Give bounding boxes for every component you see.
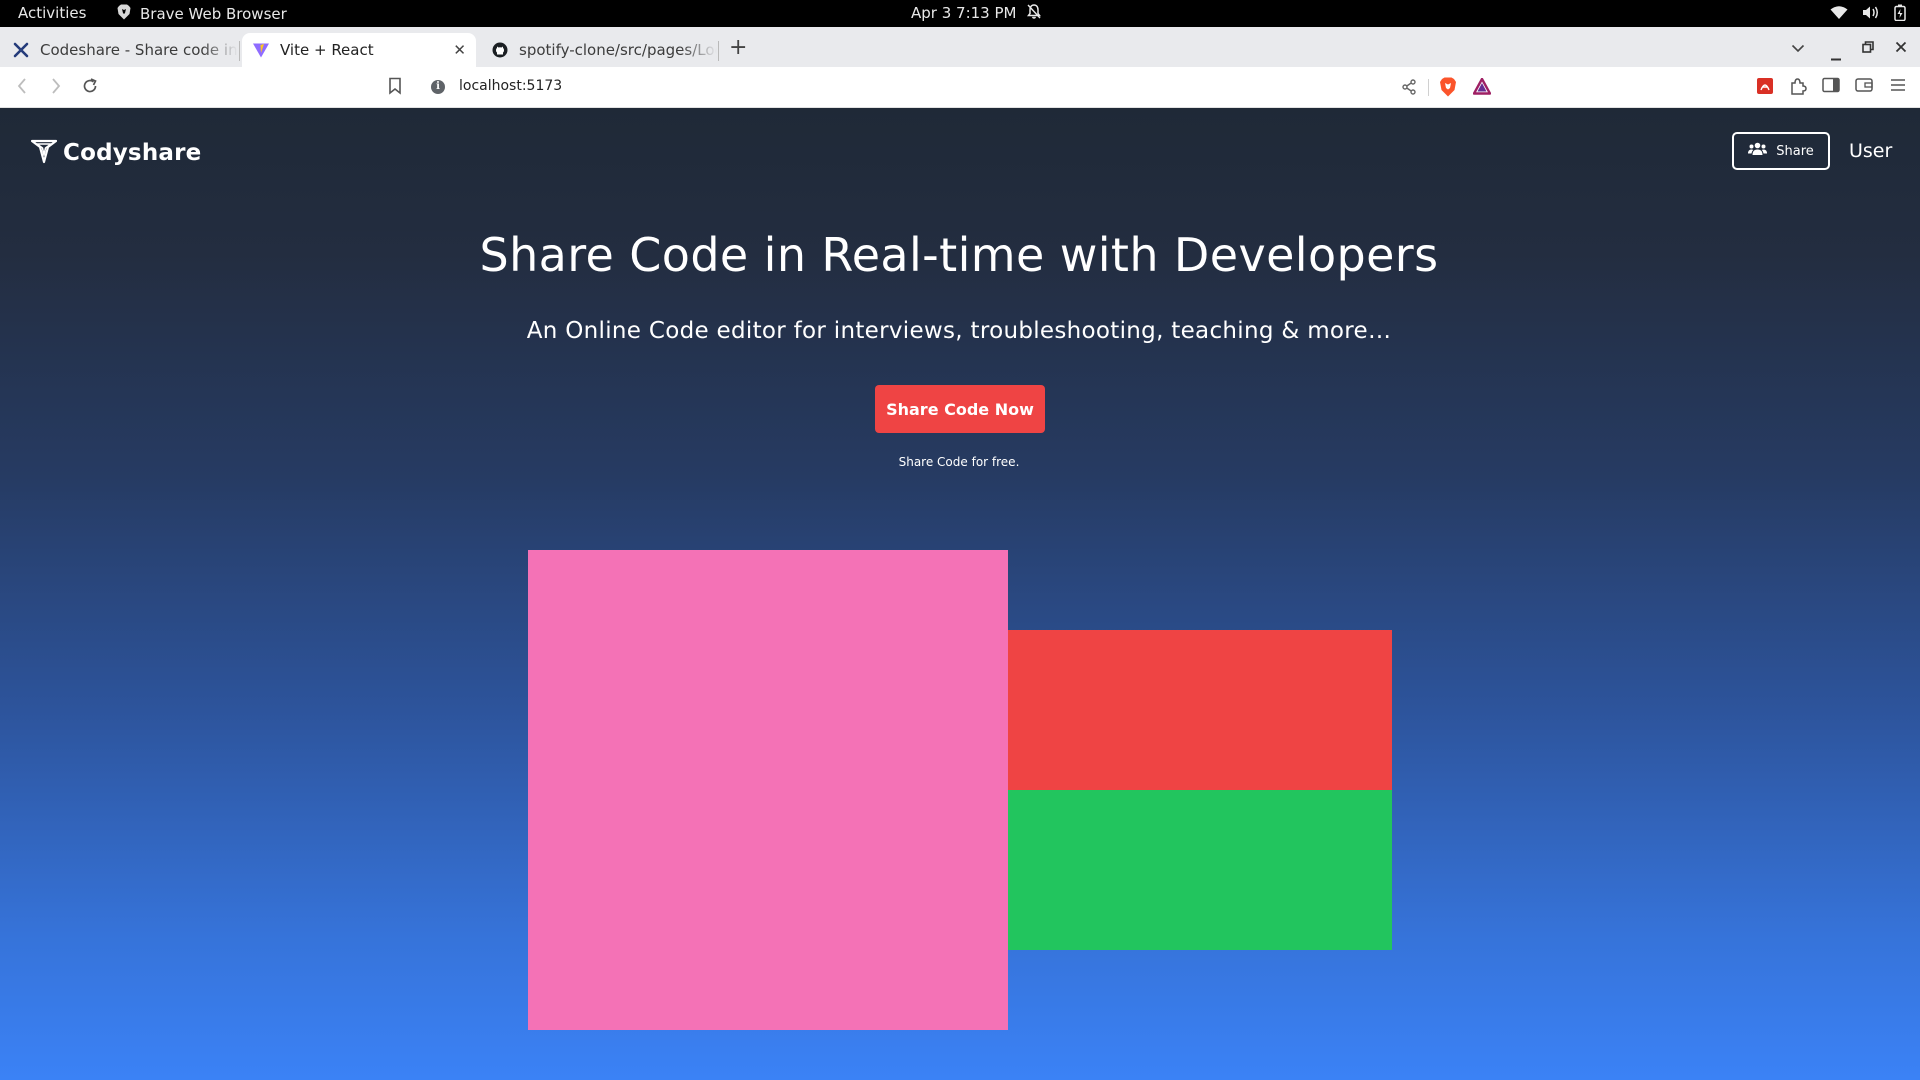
share-page-icon[interactable] — [1401, 79, 1417, 99]
menu-hamburger-icon[interactable] — [1890, 77, 1906, 96]
tab-separator — [718, 41, 719, 61]
brave-lion-icon — [117, 4, 131, 24]
app-menu-label: Brave Web Browser — [140, 5, 287, 23]
brand-name: Codyshare — [63, 140, 202, 166]
pink-decorative-block — [528, 550, 1008, 1030]
red-decorative-block — [1008, 630, 1392, 790]
restore-icon[interactable] — [1862, 39, 1874, 57]
app-menu[interactable]: Brave Web Browser — [117, 4, 287, 24]
codyshare-logo-icon — [30, 138, 58, 168]
users-icon — [1748, 142, 1768, 160]
url-text[interactable]: localhost:5173 — [459, 78, 562, 94]
page-content: Codyshare Share User Share Code in Real-… — [0, 108, 1920, 1080]
new-tab-button[interactable]: + — [729, 37, 747, 59]
tab-codeshare[interactable]: Codeshare - Share code in re — [2, 33, 238, 67]
browser-toolbar: i localhost:5173 — [0, 67, 1920, 108]
system-tray[interactable] — [1830, 4, 1906, 21]
share-button[interactable]: Share — [1732, 132, 1830, 170]
tab-github[interactable]: spotify-clone/src/pages/Log — [481, 33, 717, 67]
forward-button[interactable] — [50, 77, 62, 100]
minimize-icon[interactable] — [1830, 47, 1842, 65]
extensions-puzzle-icon[interactable] — [1789, 77, 1807, 99]
vite-favicon-icon — [252, 41, 270, 59]
address-bar[interactable]: i localhost:5173 — [421, 70, 1499, 104]
reload-button[interactable] — [81, 77, 99, 100]
back-button[interactable] — [16, 77, 28, 100]
user-link[interactable]: User — [1849, 140, 1892, 162]
tab-separator — [239, 41, 240, 61]
site-info-icon[interactable]: i — [431, 80, 445, 94]
system-top-bar: Activities Brave Web Browser Apr 3 7:13 … — [0, 0, 1920, 27]
brand-logo[interactable]: Codyshare — [30, 138, 202, 168]
tab-title: Vite + React — [280, 41, 374, 59]
activities-button[interactable]: Activities — [18, 4, 86, 22]
notification-bell-icon — [1027, 4, 1041, 24]
share-button-label: Share — [1776, 143, 1814, 159]
brave-shields-icon[interactable] — [1439, 77, 1457, 101]
clock[interactable]: Apr 3 7:13 PM — [911, 4, 1016, 22]
hero-title: Share Code in Real-time with Developers — [479, 228, 1439, 282]
hero-subtitle: An Online Code editor for interviews, tr… — [526, 318, 1392, 344]
tab-search-chevron-icon[interactable] — [1791, 39, 1805, 57]
wifi-icon — [1830, 5, 1848, 20]
tab-vite-react[interactable]: Vite + React ✕ — [242, 33, 476, 67]
battery-icon — [1894, 4, 1906, 21]
sidebar-toggle-icon[interactable] — [1822, 77, 1840, 97]
volume-icon — [1862, 5, 1880, 20]
extension-pdf-icon[interactable] — [1756, 77, 1774, 99]
green-decorative-block — [1008, 790, 1392, 950]
wallet-icon[interactable] — [1855, 77, 1873, 97]
tab-strip: Codeshare - Share code in re Vite + Reac… — [0, 27, 1920, 67]
bookmark-icon[interactable] — [388, 77, 402, 99]
share-code-now-button[interactable]: Share Code Now — [875, 385, 1045, 433]
free-note: Share Code for free. — [898, 455, 1020, 469]
codeshare-favicon-icon — [12, 41, 30, 59]
close-tab-icon[interactable]: ✕ — [453, 41, 466, 59]
close-window-icon[interactable] — [1895, 39, 1907, 57]
github-favicon-icon — [491, 41, 509, 59]
brave-rewards-icon[interactable] — [1472, 77, 1492, 99]
